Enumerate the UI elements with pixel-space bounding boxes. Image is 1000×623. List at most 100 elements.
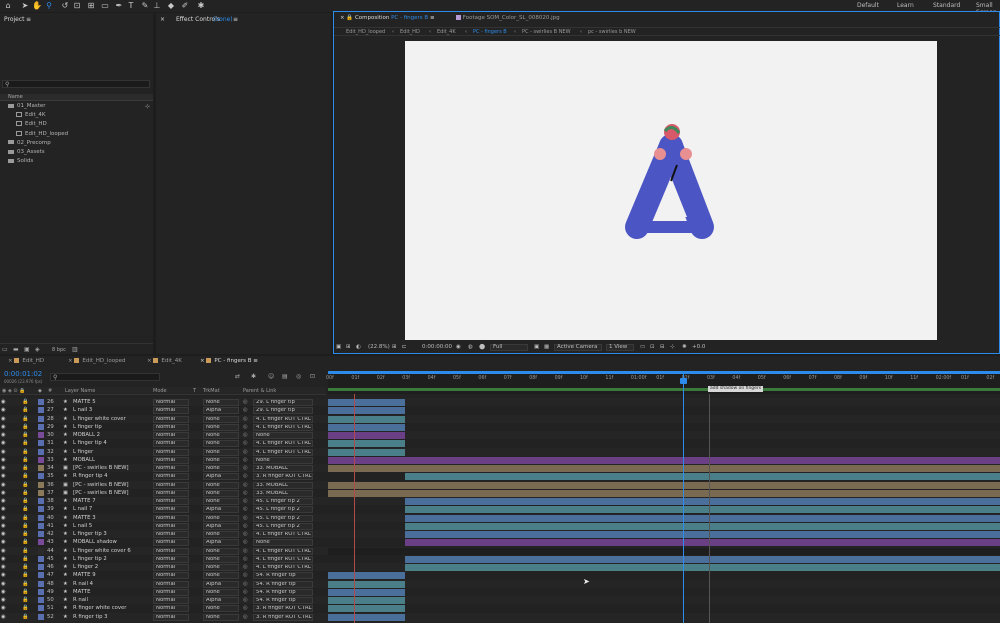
lock-icon[interactable]: 🔒 xyxy=(22,423,28,431)
layer-duration-bar[interactable] xyxy=(328,415,405,423)
layer-row[interactable]: ◉ 🔒 45 ★ L finger tip 2 Normal None ◎ 4. L finge… xyxy=(0,554,1000,563)
home-icon[interactable]: ⌂ xyxy=(3,1,13,11)
layer-row[interactable]: ◉ 🔒 28 ★ L finger white cover Normal None ◎ 4. L… xyxy=(0,414,1000,423)
eye-visibility-icon[interactable]: ◉ xyxy=(1,547,7,555)
parent-pickwhip-icon[interactable]: ◎ xyxy=(243,415,251,423)
parent-pickwhip-icon[interactable]: ◎ xyxy=(243,456,251,464)
parent-pickwhip-icon[interactable]: ◎ xyxy=(243,563,251,571)
panel-menu-icon[interactable]: ≡ xyxy=(430,15,435,21)
pan-behind-tool-icon[interactable]: ⊞ xyxy=(86,1,96,11)
color-management-icon[interactable]: ⬤ xyxy=(479,344,485,350)
layer-name[interactable]: R nail 4 xyxy=(73,580,149,588)
layer-row[interactable]: ◉ 🔒 49 ★ MATTE Normal None ◎ 54. R finger tip xyxy=(0,587,1000,596)
lock-icon[interactable]: 🔒 xyxy=(22,547,28,555)
track-matte-dropdown[interactable]: None xyxy=(203,547,239,555)
track-matte-dropdown[interactable]: Alpha xyxy=(203,522,239,530)
layer-name[interactable]: L nail 7 xyxy=(73,505,149,513)
playhead-handle[interactable] xyxy=(680,378,687,384)
layer-duration-bar[interactable] xyxy=(405,555,1000,563)
parent-dropdown[interactable]: 54. R finger tip xyxy=(253,588,313,596)
blend-mode-dropdown[interactable]: Normal xyxy=(153,473,189,481)
parent-dropdown[interactable]: 3. R finger ROT CTRL xyxy=(253,605,313,613)
blend-mode-dropdown[interactable]: Normal xyxy=(153,555,189,563)
eye-visibility-icon[interactable]: ◉ xyxy=(1,588,7,596)
track-matte-dropdown[interactable]: None xyxy=(203,572,239,580)
blend-mode-dropdown[interactable]: Normal xyxy=(153,597,189,604)
panel-menu-icon[interactable]: ≡ xyxy=(233,16,238,23)
layer-row[interactable]: ◉ 🔒 52 ★ R finger tip 3 Normal None ◎ 3. R finge… xyxy=(0,612,1000,621)
parent-dropdown[interactable]: 54. R finger tip xyxy=(253,572,313,580)
comp-marker[interactable]: add shadow on fingers xyxy=(708,386,764,392)
eye-visibility-icon[interactable]: ◉ xyxy=(1,423,7,431)
lock-icon[interactable]: 🔒 xyxy=(22,497,28,505)
lock-icon[interactable]: 🔒 xyxy=(22,448,28,456)
layer-label-color-icon[interactable] xyxy=(38,448,44,455)
blend-mode-dropdown[interactable]: Normal xyxy=(153,399,189,406)
blend-mode-dropdown[interactable]: Normal xyxy=(153,498,189,505)
layer-row[interactable]: ◉ 🔒 26 ★ MATTE 5 Normal None ◎ 29. L finger tip xyxy=(0,398,1000,407)
lock-icon[interactable]: 🔒 xyxy=(346,15,355,21)
layer-name[interactable]: MATTE xyxy=(73,588,149,596)
rectangle-tool-icon[interactable]: ▭ xyxy=(100,1,110,11)
motion-blur-icon[interactable]: ◎ xyxy=(296,373,301,380)
layer-duration-bar[interactable] xyxy=(405,564,1000,571)
layer-name[interactable]: L finger xyxy=(73,448,149,456)
roto-brush-tool-icon[interactable]: ✐ xyxy=(180,1,190,11)
parent-header[interactable]: Parent & Link xyxy=(243,388,276,394)
layer-duration-bar[interactable] xyxy=(405,506,1000,514)
eye-visibility-icon[interactable]: ◉ xyxy=(1,538,7,546)
panel-menu-icon[interactable]: ≡ xyxy=(251,358,258,364)
timeline-tab-0[interactable]: × Edit_HD xyxy=(4,356,48,367)
track-matte-dropdown[interactable]: None xyxy=(203,440,239,448)
lock-icon[interactable]: 🔒 xyxy=(22,522,28,530)
timeline-tab-1[interactable]: × Edit_HD_looped xyxy=(64,356,130,367)
panel-menu-icon[interactable]: ≡ xyxy=(26,16,31,23)
layer-duration-bar[interactable] xyxy=(328,481,1000,489)
zoom-tool-icon[interactable]: ⚲ xyxy=(44,1,54,11)
blend-mode-dropdown[interactable]: Normal xyxy=(153,588,189,596)
parent-dropdown[interactable]: None xyxy=(253,456,313,464)
layer-name[interactable]: R finger tip 3 xyxy=(73,613,149,621)
layer-duration-bar[interactable] xyxy=(328,588,405,596)
trkmat-header[interactable]: TrkMat xyxy=(203,388,220,394)
mask-visibility-icon[interactable]: ◐ xyxy=(356,344,361,350)
parent-dropdown[interactable]: 4. L finger ROT CTRL xyxy=(253,415,313,423)
parent-pickwhip-icon[interactable]: ◎ xyxy=(243,571,251,579)
layer-name[interactable]: R finger tip 4 xyxy=(73,472,149,480)
eye-visibility-icon[interactable]: ◉ xyxy=(1,406,7,414)
layer-row[interactable]: ◉ 🔒 37 ▣ [PC - swirlies B NEW] Normal None ◎ 33.… xyxy=(0,488,1000,497)
blend-mode-dropdown[interactable]: Normal xyxy=(153,448,189,456)
layer-name[interactable]: L nail 3 xyxy=(73,406,149,414)
track-matte-dropdown[interactable]: None xyxy=(203,613,239,621)
grid-icon[interactable]: ⊞ xyxy=(392,344,397,350)
bpc-label[interactable]: 8 bpc xyxy=(52,347,66,353)
layer-label-color-icon[interactable] xyxy=(38,440,44,447)
layer-row[interactable]: ◉ 🔒 27 ★ L nail 3 Normal Alpha ◎ 29. L finger ti… xyxy=(0,406,1000,415)
project-panel-title[interactable]: Project xyxy=(4,16,25,23)
layer-row[interactable]: ◉ 🔒 47 ★ MATTE 9 Normal None ◎ 54. R finger tip xyxy=(0,571,1000,580)
layer-label-color-icon[interactable] xyxy=(38,432,44,438)
layer-duration-bar[interactable] xyxy=(405,498,1000,505)
layer-duration-bar[interactable] xyxy=(328,440,405,448)
parent-dropdown[interactable]: 45. L finger tip 2 xyxy=(253,514,313,522)
parent-pickwhip-icon[interactable]: ◎ xyxy=(243,423,251,431)
lock-icon[interactable]: 🔒 xyxy=(22,563,28,571)
lock-icon[interactable]: 🔒 xyxy=(22,464,28,472)
fast-previews-icon[interactable]: ⊡ xyxy=(650,344,655,350)
parent-dropdown[interactable]: 4. L finger ROT CTRL xyxy=(253,423,313,431)
blend-mode-dropdown[interactable]: Normal xyxy=(153,564,189,571)
lock-icon[interactable]: 🔒 xyxy=(22,613,28,621)
layer-row[interactable]: ◉ 🔒 42 ★ L finger tip 3 Normal None ◎ 4. L finge… xyxy=(0,530,1000,539)
av-features-icon[interactable]: ◉ ◈ ⊙ 🔒 xyxy=(2,388,25,394)
puppet-pin-tool-icon[interactable]: ✱ xyxy=(196,1,206,11)
timeline-tab-2[interactable]: × Edit_4K xyxy=(143,356,186,367)
parent-pickwhip-icon[interactable]: ◎ xyxy=(243,398,251,406)
region-icon[interactable]: ⊏ xyxy=(402,344,407,350)
parent-pickwhip-icon[interactable]: ◎ xyxy=(243,489,251,497)
layer-duration-bar[interactable] xyxy=(328,597,405,604)
parent-pickwhip-icon[interactable]: ◎ xyxy=(243,596,251,604)
lock-icon[interactable]: 🔒 xyxy=(22,398,28,406)
camera-dropdown[interactable]: Active Camera xyxy=(554,344,602,351)
project-folder[interactable]: Solids xyxy=(0,157,153,166)
layer-label-color-icon[interactable] xyxy=(38,498,44,504)
